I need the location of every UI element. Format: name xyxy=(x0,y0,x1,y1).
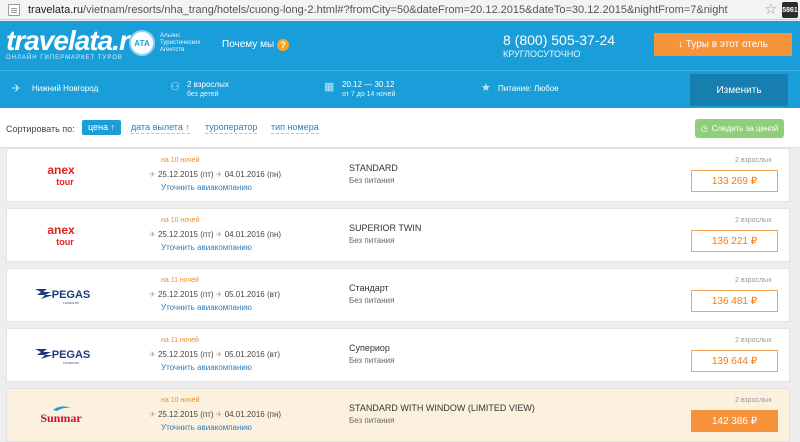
price-button[interactable]: 133 269 ₽ xyxy=(691,170,778,192)
sunmar-logo: Sunmar xyxy=(40,406,82,425)
price-button[interactable]: 136 221 ₽ xyxy=(691,230,778,252)
sort-by-operator[interactable]: туроператор xyxy=(205,122,258,134)
anex-tour-logo: anex tour xyxy=(47,223,75,247)
flight-dates: ✈ 25.12.2015 (пт) ✈ 04.01.2016 (пн) xyxy=(149,410,282,419)
nights-count: на 11 ночей xyxy=(161,277,199,284)
nights-count: на 10 ночей xyxy=(161,157,200,164)
meal-type: Без питания xyxy=(349,416,395,425)
extension-icon[interactable]: 5861 xyxy=(782,2,798,18)
nights-count: на 10 ночей xyxy=(161,217,200,224)
plane-icon: ✈ xyxy=(149,350,158,359)
adults-count: 2 взрослых xyxy=(735,397,772,404)
price-button[interactable]: 142 386 ₽ xyxy=(691,410,778,432)
offer-row[interactable]: Sunmar на 10 ночей ✈ 25.12.2015 (пт) ✈ 0… xyxy=(6,388,790,442)
sort-by-room-type[interactable]: тип номера xyxy=(271,122,319,134)
airline-link[interactable]: Уточнить авиакомпанию xyxy=(161,183,252,192)
why-us-link[interactable]: Почему мы xyxy=(222,39,274,50)
plane-return-icon: ✈ xyxy=(213,170,225,179)
sort-bar: Сортировать по: цена ↑ дата вылета ↑ тур… xyxy=(0,108,800,148)
tours-in-hotel-button[interactable]: ↓ Туры в этот отель xyxy=(654,33,792,56)
nights-count: на 10 ночей xyxy=(161,397,200,404)
room-type: STANDARD xyxy=(349,163,398,173)
price-button[interactable]: 136 481 ₽ xyxy=(691,290,778,312)
airline-link[interactable]: Уточнить авиакомпанию xyxy=(161,303,252,312)
flight-dates: ✈ 25.12.2015 (пт) ✈ 05.01.2016 (вт) xyxy=(149,290,281,299)
sort-by-departure-date[interactable]: дата вылета ↑ xyxy=(131,122,190,134)
offer-row[interactable]: anex tour на 10 ночей ✈ 25.12.2015 (пт) … xyxy=(6,148,790,202)
flight-dates: ✈ 25.12.2015 (пт) ✈ 05.01.2016 (вт) xyxy=(149,350,281,359)
pegas-logo: PEGAS TOURISTIK xyxy=(35,289,91,305)
svg-text:anex: anex xyxy=(47,163,75,177)
meal-type: Без питания xyxy=(349,356,395,365)
adults-count: 2 взрослых xyxy=(735,217,772,224)
question-icon[interactable]: ? xyxy=(277,39,289,51)
plane-icon: ✈ xyxy=(149,230,158,239)
svg-text:Sunmar: Sunmar xyxy=(40,411,82,425)
svg-text:tour: tour xyxy=(56,237,74,247)
plane-return-icon: ✈ xyxy=(213,290,225,299)
room-type: STANDARD WITH WINDOW (LIMITED VIEW) xyxy=(349,403,535,413)
travelers[interactable]: 2 взрослых без детей xyxy=(187,80,229,100)
meal-type: Без питания xyxy=(349,236,395,245)
meal-filter[interactable]: Питание: Любое xyxy=(498,84,559,94)
meal-type: Без питания xyxy=(349,176,395,185)
change-search-button[interactable]: Изменить xyxy=(690,74,788,106)
sort-label: Сортировать по: xyxy=(6,124,75,134)
clock-icon: ◷ xyxy=(700,124,708,133)
plane-return-icon: ✈ xyxy=(213,230,225,239)
anex-tour-logo: anex tour xyxy=(47,163,75,187)
ata-badge-icon: АТА xyxy=(129,30,155,56)
nights-count: на 11 ночей xyxy=(161,337,199,344)
svg-text:anex: anex xyxy=(47,223,75,237)
svg-text:TOURISTIK: TOURISTIK xyxy=(63,361,79,365)
site-tagline: ОНЛАЙН ГИПЕРМАРКЕТ ТУРОВ xyxy=(6,55,123,61)
bookmark-star-icon[interactable]: ☆ xyxy=(764,1,777,19)
sort-by-price[interactable]: цена ↑ xyxy=(82,120,122,135)
pegas-logo: PEGAS TOURISTIK xyxy=(35,349,91,365)
adults-count: 2 взрослых xyxy=(735,157,772,164)
plane-return-icon: ✈ xyxy=(213,410,225,419)
flight-dates: ✈ 25.12.2015 (пт) ✈ 04.01.2016 (пн) xyxy=(149,170,282,179)
room-type: Стандарт xyxy=(349,283,389,293)
search-summary-bar: ✈ Нижний Новгород ⚇ 2 взрослых без детей… xyxy=(0,70,800,108)
url-text[interactable]: travelata.ru/vietnam/resorts/nha_trang/h… xyxy=(28,4,728,16)
adults-count: 2 взрослых xyxy=(735,337,772,344)
track-price-button[interactable]: ◷ Следить за ценой xyxy=(695,119,784,138)
page-icon xyxy=(8,3,20,16)
offer-row[interactable]: PEGAS TOURISTIK на 11 ночей ✈ 25.12.2015… xyxy=(6,328,790,382)
departure-city[interactable]: Нижний Новгород xyxy=(32,84,98,94)
room-type: SUPERIOR TWIN xyxy=(349,223,422,233)
travel-dates[interactable]: 20.12 — 30.12 от 7 до 14 ночей xyxy=(342,80,395,100)
airline-link[interactable]: Уточнить авиакомпанию xyxy=(161,363,252,372)
airline-link[interactable]: Уточнить авиакомпанию xyxy=(161,243,252,252)
plane-icon: ✈ xyxy=(149,290,158,299)
svg-text:PEGAS: PEGAS xyxy=(52,349,91,361)
room-type: Супериор xyxy=(349,343,390,353)
meal-type: Без питания xyxy=(349,296,395,305)
plane-icon: ✈ xyxy=(12,83,22,95)
plane-return-icon: ✈ xyxy=(213,350,225,359)
ata-text: Альянс Туристических Агентств xyxy=(160,33,201,53)
site-logo[interactable]: travelata.ru xyxy=(6,27,146,55)
offer-row[interactable]: anex tour на 10 ночей ✈ 25.12.2015 (пт) … xyxy=(6,208,790,262)
person-icon: ⚇ xyxy=(170,81,180,93)
airline-link[interactable]: Уточнить авиакомпанию xyxy=(161,423,252,432)
svg-text:PEGAS: PEGAS xyxy=(52,289,91,301)
plane-icon: ✈ xyxy=(149,170,158,179)
site-header: travelata.ru ОНЛАЙН ГИПЕРМАРКЕТ ТУРОВ АТ… xyxy=(0,21,800,70)
plane-icon: ✈ xyxy=(149,410,158,419)
adults-count: 2 взрослых xyxy=(735,277,772,284)
price-button[interactable]: 139 644 ₽ xyxy=(691,350,778,372)
browser-address-bar[interactable]: travelata.ru/vietnam/resorts/nha_trang/h… xyxy=(0,0,800,20)
phone-number: 8 (800) 505-37-24 xyxy=(503,32,616,48)
phone-subtitle: КРУГЛОСУТОЧНО xyxy=(503,49,581,59)
star-icon: ★ xyxy=(481,82,491,94)
offer-row[interactable]: PEGAS TOURISTIK на 11 ночей ✈ 25.12.2015… xyxy=(6,268,790,322)
svg-text:TOURISTIK: TOURISTIK xyxy=(63,301,79,305)
calendar-icon: ▦ xyxy=(324,81,335,93)
flight-dates: ✈ 25.12.2015 (пт) ✈ 04.01.2016 (пн) xyxy=(149,230,282,239)
svg-text:tour: tour xyxy=(56,177,74,187)
